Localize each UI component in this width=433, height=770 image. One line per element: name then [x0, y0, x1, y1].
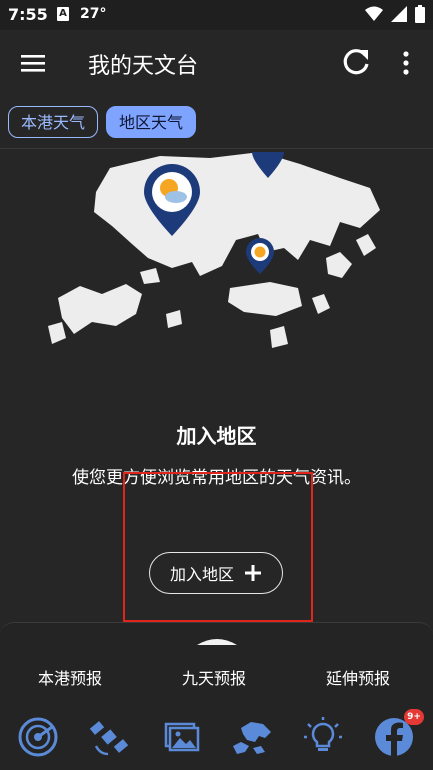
satellite-icon[interactable]	[88, 716, 130, 758]
status-bar: 7:55 A 27°	[0, 0, 433, 30]
notification-badge: 9+	[404, 709, 424, 725]
battery-icon	[415, 5, 425, 23]
empty-state-title: 加入地区	[176, 424, 257, 448]
highlight-annotation-box	[123, 472, 313, 622]
hk-map-icon[interactable]	[231, 716, 273, 758]
radar-icon[interactable]	[17, 716, 59, 758]
tab-regional-weather[interactable]: 地区天气	[106, 106, 196, 138]
tab-local-weather[interactable]: 本港天气	[8, 106, 98, 138]
page-title: 我的天文台	[88, 54, 199, 79]
photo-icon[interactable]	[160, 716, 202, 758]
signal-icon	[391, 6, 407, 22]
tab-extended-forecast[interactable]: 延伸预报	[326, 665, 390, 689]
bottom-nav-icons	[0, 708, 433, 758]
panel-handle-icon[interactable]	[197, 635, 237, 645]
refresh-icon[interactable]	[340, 46, 372, 78]
tab-local-forecast[interactable]: 本港预报	[38, 665, 102, 689]
status-icons	[365, 5, 425, 23]
status-temperature: 27°	[80, 6, 107, 22]
tab-nine-day-forecast[interactable]: 九天预报	[182, 665, 246, 689]
bottom-panel: 本港预报 九天预报 延伸预报 9+	[0, 622, 433, 770]
more-vert-icon[interactable]	[396, 48, 416, 78]
status-time: 7:55	[8, 5, 48, 24]
notification-icon: A	[57, 7, 69, 21]
hong-kong-map-illustration	[48, 152, 380, 348]
weather-tabs: 本港天气 地区天气	[0, 100, 433, 148]
lightbulb-icon[interactable]	[302, 716, 344, 758]
wifi-icon	[365, 6, 383, 21]
hamburger-menu-icon[interactable]	[18, 48, 48, 78]
app-bar: 我的天文台	[0, 30, 433, 96]
